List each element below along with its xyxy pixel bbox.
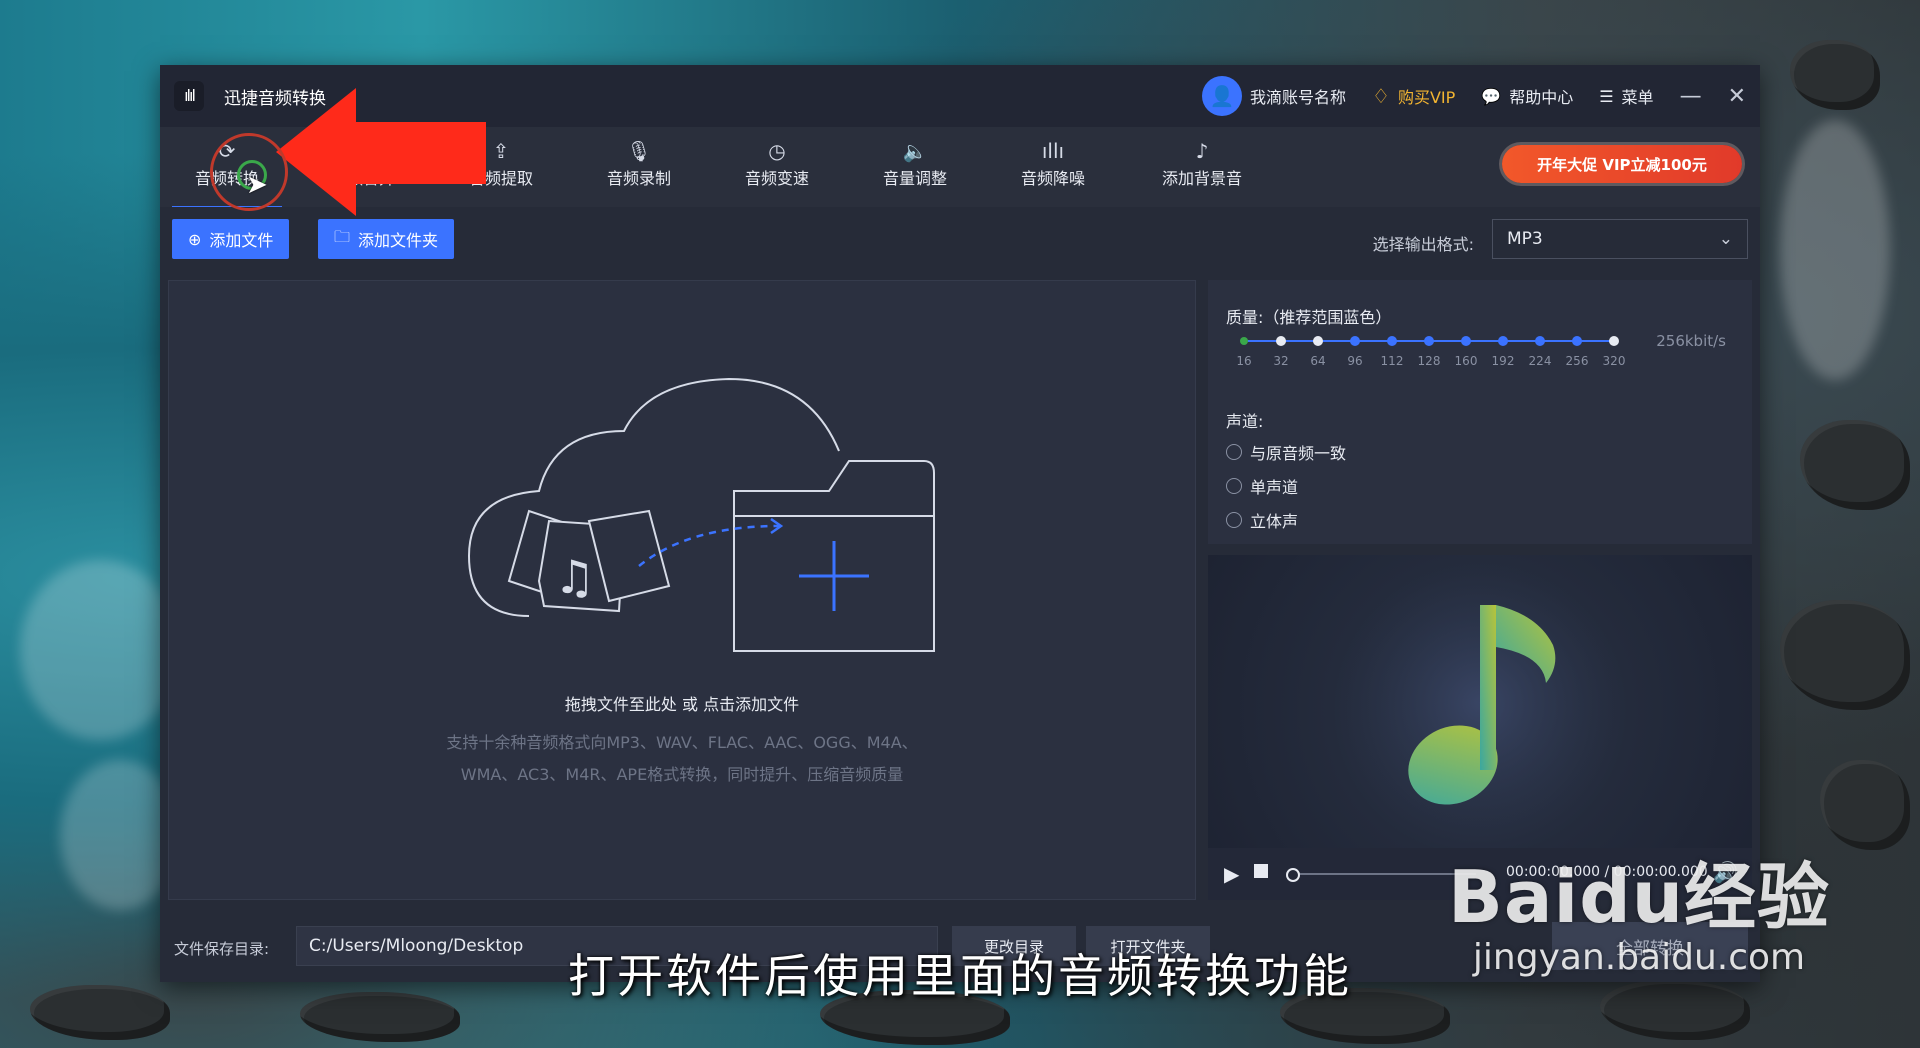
tab-volume-adjust[interactable]: 🔈 音量调整	[860, 139, 970, 199]
diamond-icon: ♢	[1372, 84, 1390, 108]
background-rock	[1790, 40, 1880, 110]
radio-icon	[1226, 478, 1242, 494]
background-foam	[20, 560, 180, 740]
quality-tick[interactable]	[1424, 336, 1434, 346]
add-file-button[interactable]: ⊕ 添加文件	[172, 219, 290, 259]
quality-tick[interactable]	[1572, 336, 1582, 346]
quality-tick[interactable]	[1313, 336, 1323, 346]
help-center-button[interactable]: 💬 帮助中心	[1481, 84, 1573, 108]
quality-tick-label: 320	[1602, 354, 1626, 368]
tab-label: 音频变速	[744, 169, 809, 188]
quality-tick-label: 32	[1273, 354, 1289, 368]
help-center-label: 帮助中心	[1509, 88, 1574, 107]
channel-option-label: 立体声	[1250, 512, 1299, 531]
red-arrow-annotation	[276, 88, 486, 216]
buy-vip-label: 购买VIP	[1397, 88, 1456, 107]
channel-option-label: 与原音频一致	[1250, 444, 1347, 463]
radio-icon	[1226, 444, 1242, 460]
plus-circle-icon: ⊕	[188, 229, 202, 249]
channel-option-stereo[interactable]: 立体声	[1226, 508, 1298, 532]
quality-tick-label: 112	[1380, 354, 1404, 368]
output-format-label: 选择输出格式:	[1372, 235, 1474, 254]
quality-tick[interactable]	[1609, 336, 1619, 346]
hamburger-icon: ☰	[1599, 86, 1614, 106]
channel-label: 声道:	[1226, 412, 1264, 431]
menu-label: 菜单	[1621, 88, 1654, 107]
music-note-icon	[1330, 555, 1630, 848]
quality-label: 质量:（推荐范围蓝色）	[1226, 308, 1392, 327]
close-button[interactable]: ✕	[1728, 84, 1746, 109]
volume-icon: 🔈	[902, 139, 928, 163]
minimize-button[interactable]: —	[1680, 84, 1702, 109]
tab-label: 添加背景音	[1161, 169, 1242, 188]
quality-tick[interactable]	[1276, 336, 1286, 346]
tab-add-background-music[interactable]: ♪ 添加背景音	[1140, 139, 1264, 199]
mouse-cursor-icon: ➤	[246, 170, 268, 200]
quality-tick[interactable]	[1498, 336, 1508, 346]
tab-label: 音量调整	[882, 169, 947, 188]
watermark-brand: Baidu经验	[1448, 855, 1830, 939]
background-foam	[1780, 120, 1890, 380]
supported-formats-line1: 支持十余种音频格式向MP3、WAV、FLAC、AAC、OGG、M4A、	[446, 733, 918, 752]
output-format-value: MP3	[1507, 229, 1543, 249]
channel-option-original[interactable]: 与原音频一致	[1226, 440, 1346, 464]
tab-label: 音频录制	[606, 169, 671, 188]
noise-icon: ıllı	[1041, 139, 1065, 163]
quality-tick[interactable]	[1535, 336, 1545, 346]
quality-tick-label: 160	[1454, 354, 1478, 368]
svg-text:♫: ♫	[554, 550, 595, 604]
menu-button[interactable]: ☰ 菜单	[1599, 84, 1653, 108]
quality-tick-label: 224	[1528, 354, 1552, 368]
tab-label: 音频降噪	[1020, 169, 1085, 188]
supported-formats-line2: WMA、AC3、M4R、APE格式转换，同时提升、压缩音频质量	[460, 765, 904, 784]
quality-tick-label: 16	[1236, 354, 1252, 368]
title-bar-actions: 👤 我滴账号名称 ♢ 购买VIP 💬 帮助中心 ☰ 菜单 — ✕	[1201, 75, 1746, 117]
microphone-icon: 🎙	[626, 139, 652, 163]
baidu-watermark: Baidu经验 jingyan.baidu.com	[1448, 838, 1830, 978]
play-button[interactable]: ▶	[1224, 862, 1239, 886]
quality-tick-label: 64	[1310, 354, 1326, 368]
channel-option-mono[interactable]: 单声道	[1226, 474, 1298, 498]
quality-tick-label: 128	[1417, 354, 1441, 368]
channel-option-label: 单声道	[1250, 478, 1299, 497]
settings-panel: 质量:（推荐范围蓝色） 16 32 64 96 112 128 160 192 224 256 32…	[1208, 280, 1752, 544]
app-logo-icon: ılıl	[174, 81, 204, 111]
buy-vip-button[interactable]: ♢ 购买VIP	[1372, 84, 1455, 108]
quality-tick-label: 192	[1491, 354, 1515, 368]
add-file-label: 添加文件	[209, 231, 274, 250]
quality-value: 256kbit/s	[1656, 332, 1726, 350]
speed-icon: ◷	[768, 139, 786, 163]
background-rock	[1780, 600, 1910, 710]
background-rock	[1800, 420, 1910, 510]
add-folder-button[interactable]: 🗀 添加文件夹	[318, 219, 455, 259]
quality-tick[interactable]	[1387, 336, 1397, 346]
progress-knob[interactable]	[1286, 868, 1300, 882]
quality-tick[interactable]	[1461, 336, 1471, 346]
account-button[interactable]: 👤 我滴账号名称	[1201, 76, 1346, 116]
output-format-select[interactable]: MP3 ⌄	[1492, 219, 1748, 259]
folder-icon: 🗀	[334, 226, 351, 246]
quality-tick[interactable]	[1350, 336, 1360, 346]
stop-button[interactable]	[1254, 864, 1268, 878]
user-avatar-icon: 👤	[1201, 76, 1242, 116]
quality-tick[interactable]	[1240, 337, 1248, 345]
quality-tick-label: 256	[1565, 354, 1589, 368]
quality-tick-label: 96	[1347, 354, 1363, 368]
file-drop-zone[interactable]: ♫ 拖拽文件至此处 或 点击添加文件 支持十余种音频格式向MP3、WAV、FLA…	[168, 280, 1196, 900]
tab-noise-reduction[interactable]: ıllı 音频降噪	[998, 139, 1108, 199]
tab-audio-record[interactable]: 🎙 音频录制	[584, 139, 694, 199]
account-name: 我滴账号名称	[1249, 88, 1346, 107]
chevron-down-icon: ⌄	[1718, 229, 1733, 249]
drop-instruction: 拖拽文件至此处 或 点击添加文件	[564, 695, 800, 714]
cloud-folder-illustration: ♫	[467, 377, 935, 652]
radio-icon	[1226, 512, 1242, 528]
background-rock	[1820, 760, 1910, 850]
promo-banner[interactable]: 开年大促 VIP立减100元	[1502, 145, 1742, 183]
chat-icon: 💬	[1481, 86, 1502, 106]
add-folder-label: 添加文件夹	[358, 231, 439, 250]
watermark-site: jingyan.baidu.com	[1472, 937, 1806, 978]
tab-audio-speed[interactable]: ◷ 音频变速	[722, 139, 832, 199]
music-note-icon: ♪	[1195, 139, 1209, 163]
